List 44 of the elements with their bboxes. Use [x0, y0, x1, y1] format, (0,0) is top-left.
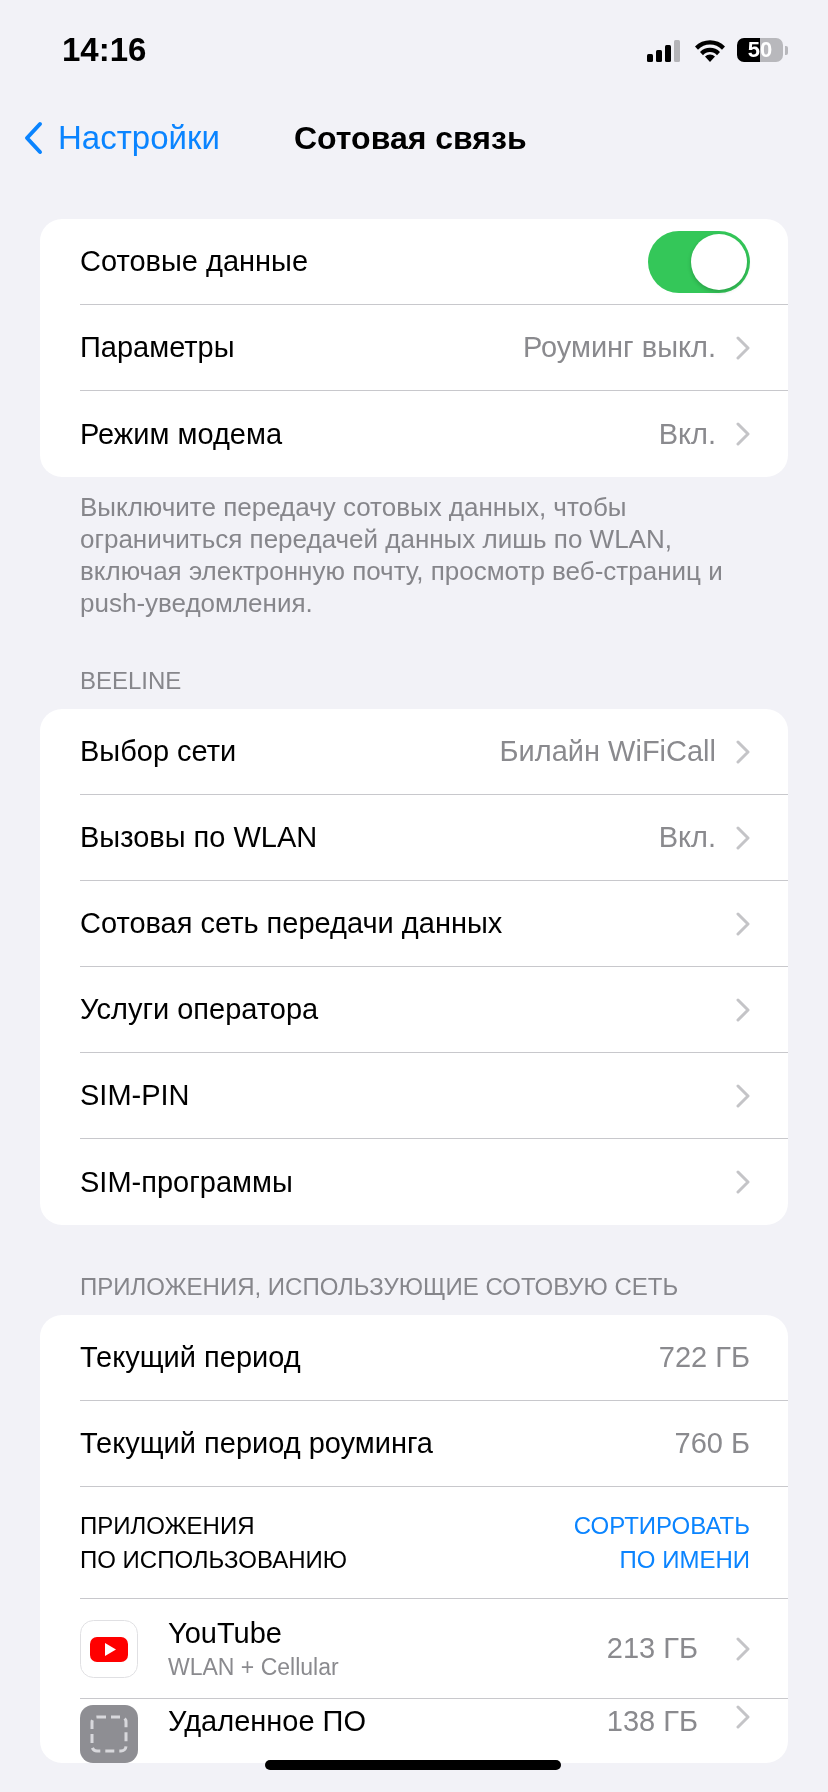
row-value: Роуминг выкл.	[522, 331, 716, 364]
row-label: Текущий период роуминга	[80, 1427, 434, 1460]
row-value: Вкл.	[658, 821, 716, 854]
usage-value: 213 ГБ	[606, 1632, 698, 1665]
chevron-icon	[736, 997, 750, 1022]
chevron-icon	[736, 1083, 750, 1108]
list-caption: ПРИЛОЖЕНИЯ ПО ИСПОЛЬЗОВАНИЮ	[80, 1510, 347, 1575]
row-value: 760 Б	[674, 1427, 750, 1460]
settings-row[interactable]: Выбор сети Билайн WiFiCall	[80, 709, 788, 795]
settings-row[interactable]: SIM-программы	[80, 1139, 788, 1225]
play-icon	[80, 1619, 138, 1678]
chevron-icon	[736, 1705, 750, 1729]
app-subtitle: WLAN + Cellular	[168, 1653, 340, 1681]
frame-icon	[80, 1705, 138, 1763]
settings-row[interactable]: Вызовы по WLAN Вкл.	[80, 795, 788, 881]
app-name: Удаленное ПО	[168, 1705, 367, 1738]
chevron-icon	[736, 335, 750, 360]
settings-row[interactable]: Параметры Роуминг выкл.	[80, 305, 788, 391]
chevron-icon	[736, 739, 750, 764]
row-value: Вкл.	[658, 417, 716, 451]
chevron-icon	[736, 825, 750, 850]
usage-value: 138 ГБ	[606, 1705, 698, 1738]
chevron-icon	[736, 422, 750, 446]
section-footer: Выключите передачу сотовых данных, чтобы ограничиться передачей данных лишь по WLAN, включая электронную почту, просмотр веб-страниц и push-уведомления.	[40, 477, 788, 619]
app-name: YouTube	[168, 1616, 283, 1650]
row-value: Билайн WiFiCall	[499, 735, 716, 768]
status-time: 14:16	[62, 31, 147, 69]
chevron-icon	[24, 121, 44, 155]
row-label: Текущий период	[80, 1341, 302, 1374]
page-title: Сотовая связь	[294, 119, 527, 157]
section-header: BEELINE	[79, 666, 183, 696]
settings-row[interactable]: SIM-PIN	[80, 1053, 788, 1139]
row-value: 722 ГБ	[658, 1341, 750, 1374]
wifi-icon	[693, 37, 727, 63]
sort-link[interactable]: СОРТИРОВАТЬ ПО ИМЕНИ	[573, 1508, 750, 1577]
signal-icon	[647, 38, 683, 62]
row-label: Сотовые данные	[80, 245, 309, 278]
chevron-icon	[736, 1170, 750, 1194]
settings-row[interactable]: Сотовая сеть передачи данных	[80, 881, 788, 967]
chevron-icon	[736, 911, 750, 936]
settings-row[interactable]: Режим модема Вкл.	[80, 391, 788, 477]
section-header: ПРИЛОЖЕНИЯ, ИСПОЛЬЗУЮЩИЕ СОТОВУЮ СЕТЬ	[79, 1272, 680, 1302]
chevron-icon	[736, 1636, 750, 1661]
settings-row[interactable]: Услуги оператора	[80, 967, 788, 1053]
